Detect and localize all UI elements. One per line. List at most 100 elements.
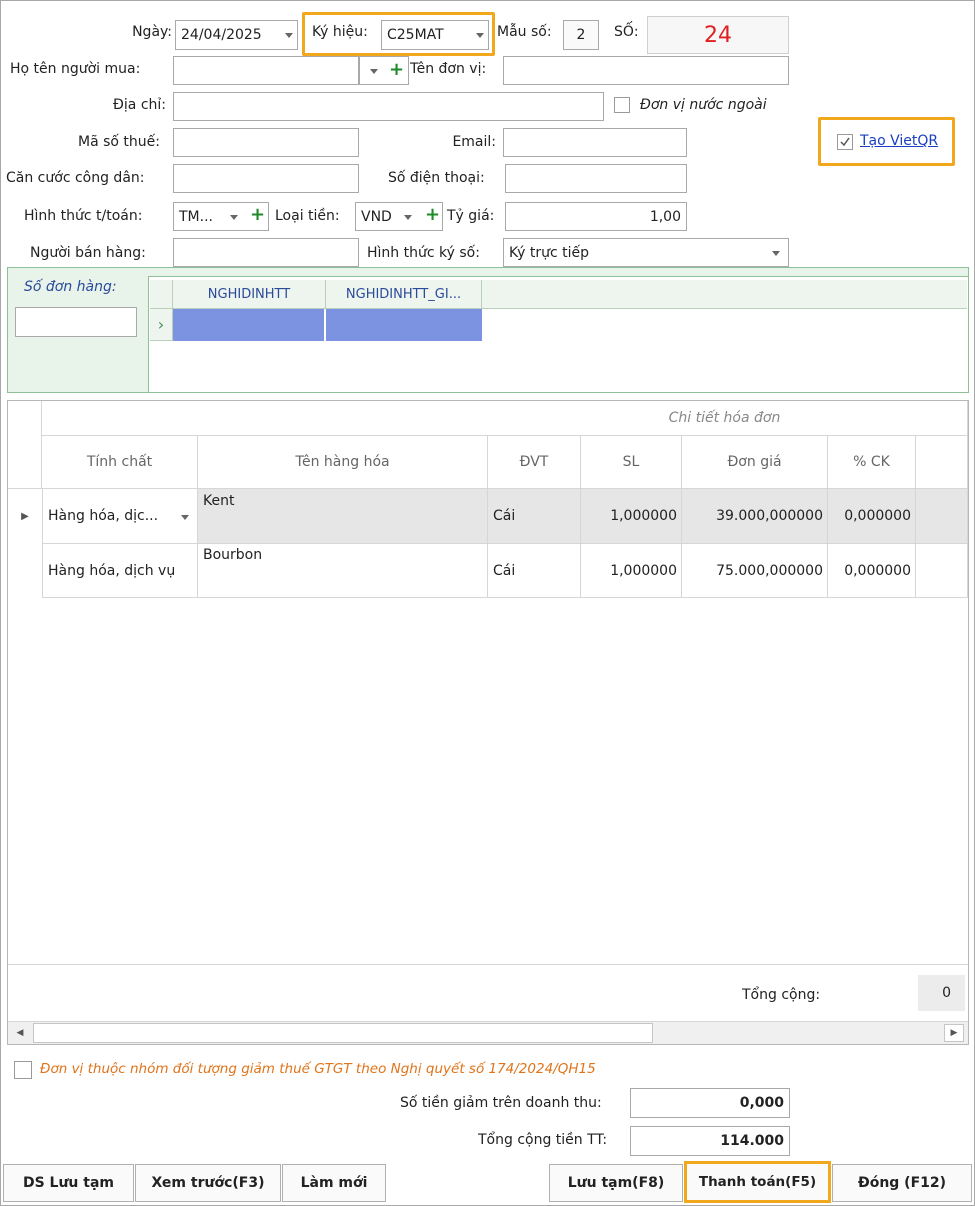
chevron-down-icon[interactable] [772,250,780,256]
kyhieu-select[interactable]: C25MAT [381,20,489,50]
tong-cong-tt-label: Tổng cộng tiền TT: [478,1132,608,1148]
so-don-hang-label: Số đơn hàng: [24,279,117,295]
col-header-dvt[interactable]: ĐVT [488,436,581,489]
row1-ten-hang-hoa[interactable]: Kent [198,489,488,544]
tong-cong-tt-field: 114.000 [630,1126,790,1156]
ds-luu-tam-button[interactable]: DS Lưu tạm [3,1164,134,1202]
row2-ten-hang-hoa[interactable]: Bourbon [198,544,488,598]
can-cuoc-label: Căn cước công dân: [6,170,145,186]
scroll-right-icon[interactable]: ▶ [944,1024,964,1042]
col-header-ten-hang-hoa[interactable]: Tên hàng hóa [198,436,488,489]
nguoi-ban-input[interactable] [173,238,359,267]
orders-col-header-2[interactable]: NGHIDINHTT_GI... [326,280,482,309]
orders-cell-2[interactable] [326,309,482,341]
so-dien-thoai-label: Số điện thoại: [388,170,485,186]
don-vi-nuoc-ngoai-checkbox[interactable] [614,97,630,113]
dia-chi-label: Địa chỉ: [113,97,166,113]
add-currency-plus-icon[interactable]: + [425,206,440,224]
orders-grid-corner [150,280,173,309]
mauso-field: 2 [563,20,599,50]
so-don-hang-input[interactable] [15,307,137,337]
row2-filler [916,544,968,598]
tong-cong-tt-value: 114.000 [720,1133,784,1149]
chevron-down-icon[interactable] [230,214,238,220]
giam-thue-label: Đơn vị thuộc nhóm đối tượng giảm thuế GT… [40,1061,596,1077]
giam-thue-checkbox[interactable] [14,1061,32,1079]
orders-col-header-1[interactable]: NGHIDINHTT [173,280,326,309]
so-label: SỐ: [614,24,639,40]
row2-dvt[interactable]: Cái [488,544,581,598]
tong-cong-label: Tổng cộng: [742,987,821,1003]
chevron-down-icon[interactable] [476,33,484,38]
col-header-tinh-chat[interactable]: Tính chất [42,436,198,489]
col-header-don-gia[interactable]: Đơn giá [682,436,828,489]
row2-tinh-chat[interactable]: Hàng hóa, dịch vụ [42,544,198,598]
thanh-toan-button[interactable]: Thanh toán(F5) [684,1161,831,1203]
chevron-down-icon[interactable] [181,515,189,520]
dia-chi-input[interactable] [173,92,604,121]
check-icon [840,137,850,147]
scrollbar-thumb[interactable] [33,1023,653,1043]
tong-cong-value: 0 [918,975,965,1011]
ngay-label: Ngày: [132,24,172,40]
lam-moi-button[interactable]: Làm mới [282,1164,386,1202]
so-dien-thoai-input[interactable] [505,164,687,193]
hinh-thuc-ky-so-select[interactable]: Ký trực tiếp [503,238,789,267]
hinh-thuc-tt-value: TM... [179,208,213,225]
hinh-thuc-tt-label: Hình thức t/toán: [24,208,143,224]
row2-sl[interactable]: 1,000000 [581,544,682,598]
so-field: 24 [647,16,789,54]
hinh-thuc-ky-so-label: Hình thức ký số: [367,245,480,261]
row2-ck[interactable]: 0,000000 [828,544,916,598]
loai-tien-value: VND [361,208,392,225]
so-value: 24 [704,22,732,48]
col-header-ck[interactable]: % CK [828,436,916,489]
email-label: Email: [452,134,496,150]
detail-group-header: Chi tiết hóa đơn [42,401,968,436]
row-indicator-icon: › [150,309,173,341]
tao-vietqr-checkbox[interactable] [837,134,853,150]
chevron-down-icon[interactable] [285,33,293,38]
col-header-sl[interactable]: SL [581,436,682,489]
ty-gia-input[interactable]: 1,00 [505,202,687,231]
tao-vietqr-link[interactable]: Tạo VietQR [860,133,938,149]
row1-sl[interactable]: 1,000000 [581,489,682,544]
don-vi-nuoc-ngoai-label: Đơn vị nước ngoài [640,97,767,113]
row1-don-gia[interactable]: 39.000,000000 [682,489,828,544]
luu-tam-button[interactable]: Lưu tạm(F8) [549,1164,683,1202]
scroll-left-icon[interactable]: ◀ [10,1024,30,1042]
footer-divider [8,964,968,965]
row1-ck[interactable]: 0,000000 [828,489,916,544]
so-tien-giam-field: 0,000 [630,1088,790,1118]
row1-tinh-chat[interactable]: Hàng hóa, dịc... [42,489,198,544]
loai-tien-label: Loại tiền: [275,208,340,224]
row2-don-gia[interactable]: 75.000,000000 [682,544,828,598]
add-buyer-plus-icon[interactable]: + [389,61,404,79]
ten-don-vi-label: Tên đơn vị: [410,61,487,77]
hinh-thuc-ky-so-value: Ký trực tiếp [509,244,590,261]
ty-gia-label: Tỷ giá: [447,208,495,224]
nguoi-ban-label: Người bán hàng: [30,245,146,261]
kyhieu-label: Ký hiệu: [312,24,368,40]
mauso-value: 2 [576,27,586,43]
ty-gia-value: 1,00 [649,208,681,225]
email-input[interactable] [503,128,687,157]
so-tien-giam-label: Số tiền giảm trên doanh thu: [400,1095,602,1111]
can-cuoc-input[interactable] [173,164,359,193]
chevron-down-icon[interactable] [370,68,378,74]
chevron-down-icon[interactable] [404,214,412,220]
orders-header-filler [482,280,967,309]
dong-button[interactable]: Đóng (F12) [832,1164,972,1202]
orders-cell-1[interactable] [173,309,325,341]
xem-truoc-button[interactable]: Xem trước(F3) [135,1164,281,1202]
add-payment-plus-icon[interactable]: + [250,206,265,224]
detail-grid-corner [8,401,42,489]
ten-don-vi-input[interactable] [503,56,789,85]
current-row-arrow-icon: ▶ [21,511,29,522]
ho-ten-input[interactable] [173,56,359,85]
ngay-date-picker[interactable]: 24/04/2025 [175,20,298,50]
ma-so-thue-label: Mã số thuế: [78,134,160,150]
ma-so-thue-input[interactable] [173,128,359,157]
row1-tinh-chat-value: Hàng hóa, dịc... [48,508,159,524]
row1-dvt[interactable]: Cái [488,489,581,544]
